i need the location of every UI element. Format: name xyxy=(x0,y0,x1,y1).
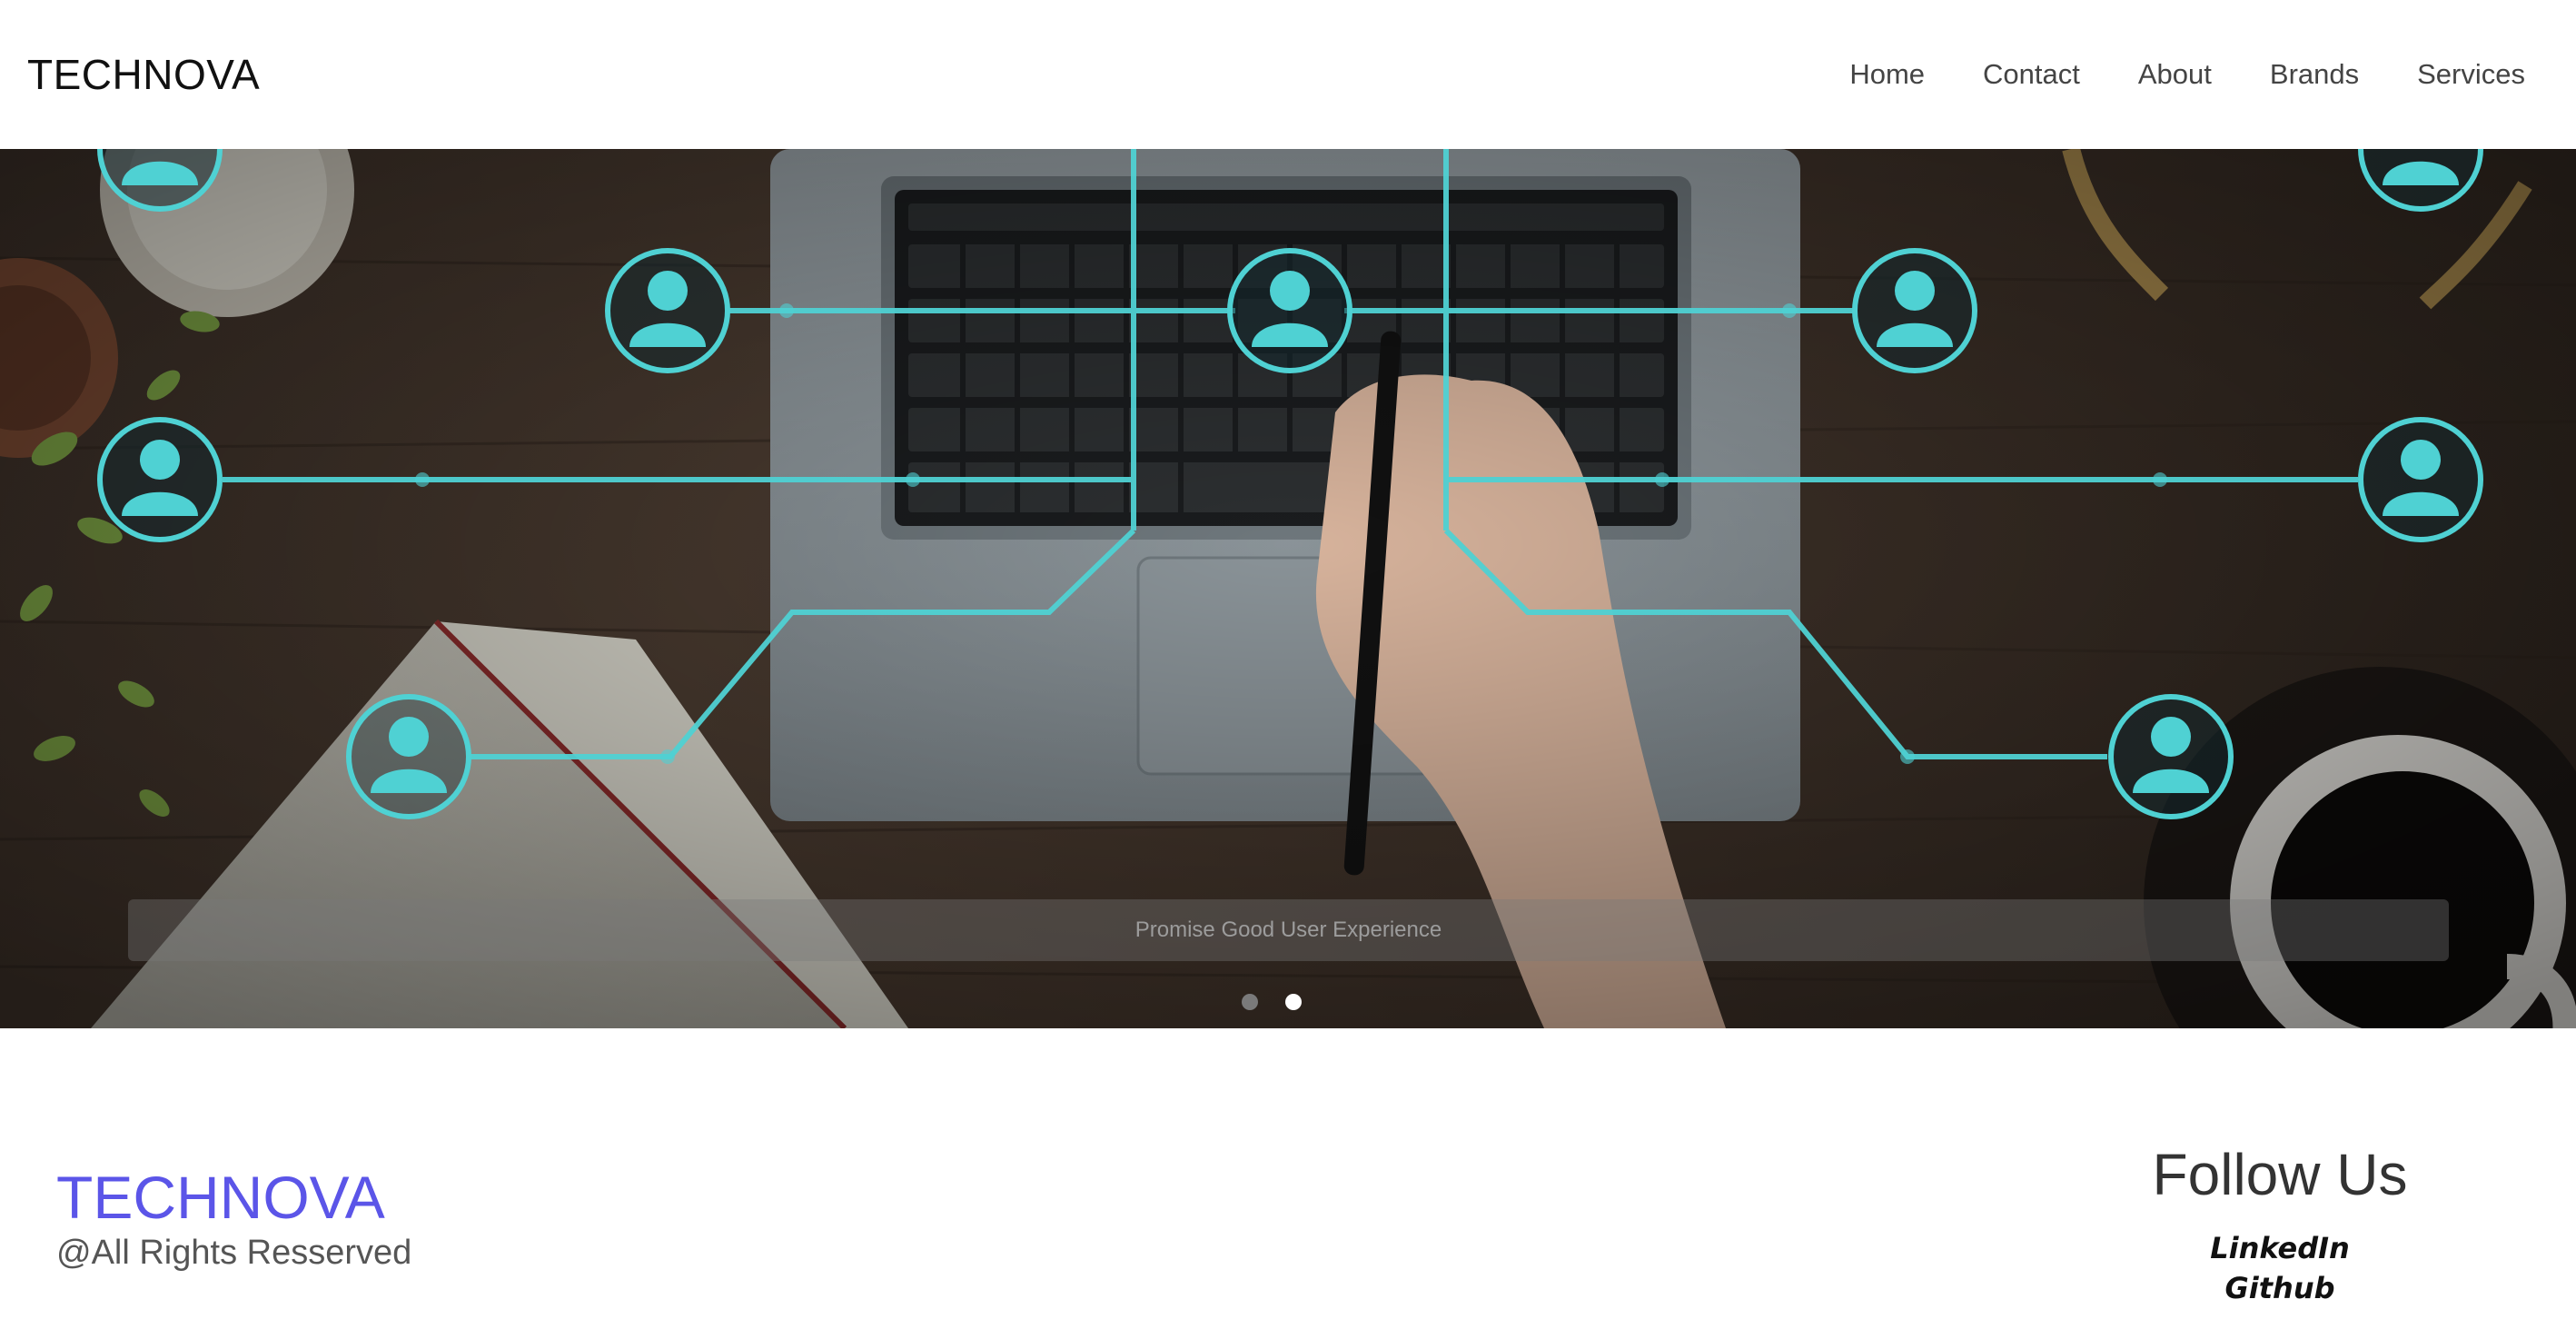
linkedin-link[interactable]: LinkedIn xyxy=(2135,1228,2425,1268)
footer-brand: TECHNOVA xyxy=(56,1164,385,1231)
hero-carousel: Promise Good User Experience xyxy=(0,149,2576,1028)
site-header: TECHNOVA Home Contact About Brands Servi… xyxy=(0,0,2576,149)
nav-brands-link[interactable]: Brands xyxy=(2270,58,2359,91)
user-icon xyxy=(1270,271,1310,311)
github-link[interactable]: Github xyxy=(2135,1268,2425,1308)
carousel-indicator-2[interactable] xyxy=(1285,994,1302,1010)
main-nav: Home Contact About Brands Services xyxy=(1849,58,2525,91)
header-brand-logo[interactable]: TECHNOVA xyxy=(27,50,260,99)
user-icon xyxy=(648,271,688,311)
user-icon xyxy=(140,440,180,480)
carousel-caption: Promise Good User Experience xyxy=(1134,917,1442,942)
user-icon xyxy=(2401,440,2441,480)
user-icon xyxy=(389,717,429,757)
footer-rights-text: @All Rights Resserved xyxy=(56,1234,412,1272)
user-node xyxy=(346,694,471,819)
user-node xyxy=(2358,417,2483,542)
carousel-indicators xyxy=(0,994,2576,1010)
follow-us-title: Follow Us xyxy=(2152,1142,2408,1207)
nav-services-link[interactable]: Services xyxy=(2417,58,2525,91)
site-footer: TECHNOVA @All Rights Resserved Follow Us… xyxy=(0,1028,2576,1339)
user-node xyxy=(2108,694,2234,819)
nav-home-link[interactable]: Home xyxy=(1849,58,1925,91)
user-icon xyxy=(1895,271,1935,311)
user-node xyxy=(1852,248,1977,373)
social-links: LinkedIn Github xyxy=(2135,1228,2425,1308)
nav-about-link[interactable]: About xyxy=(2138,58,2212,91)
carousel-caption-bar: Promise Good User Experience xyxy=(128,899,2449,961)
user-node xyxy=(1227,248,1352,373)
follow-us-section: Follow Us LinkedIn Github xyxy=(2135,1141,2425,1308)
user-icon xyxy=(2151,717,2191,757)
carousel-indicator-1[interactable] xyxy=(1242,994,1258,1010)
nav-contact-link[interactable]: Contact xyxy=(1983,58,2080,91)
user-node xyxy=(97,417,223,542)
hero-background-image xyxy=(0,149,2576,1028)
user-node xyxy=(605,248,730,373)
